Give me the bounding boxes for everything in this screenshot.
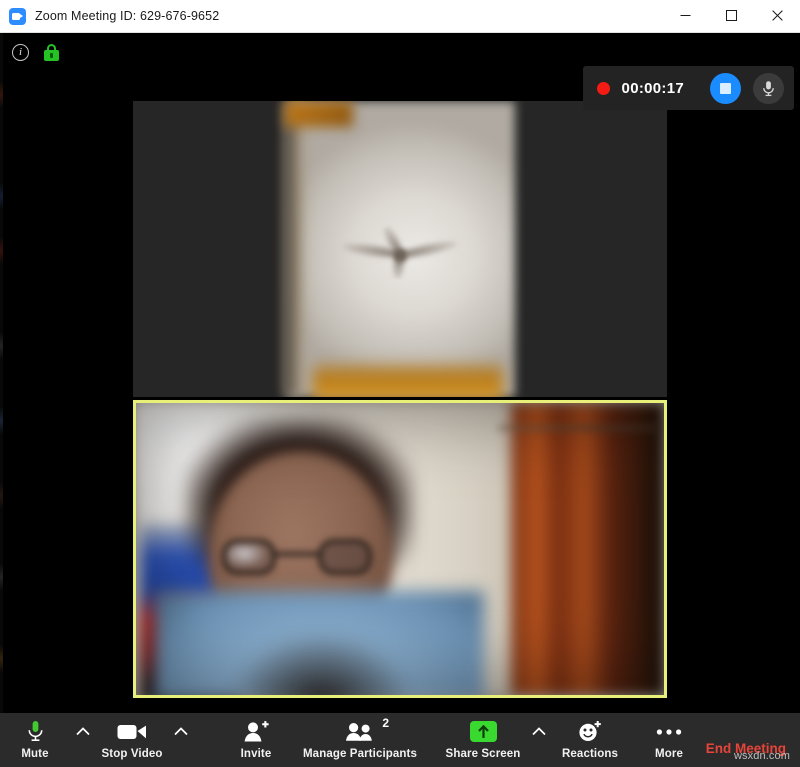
video-tile-bottom-active-speaker[interactable] bbox=[133, 400, 667, 698]
meeting-status-icons: i bbox=[12, 44, 59, 61]
close-button[interactable] bbox=[754, 0, 800, 32]
maximize-button[interactable] bbox=[708, 0, 754, 32]
info-icon[interactable]: i bbox=[12, 44, 29, 61]
window-controls bbox=[662, 0, 800, 33]
recording-bar: 00:00:17 bbox=[582, 66, 794, 110]
padlock-body bbox=[44, 50, 59, 61]
ellipsis-icon bbox=[656, 728, 682, 735]
video-icon-wrap bbox=[117, 719, 147, 744]
green-padlock-icon[interactable] bbox=[44, 44, 59, 61]
video-tile-top-fan bbox=[285, 101, 515, 397]
capture-edge-artifact bbox=[0, 33, 3, 713]
more-label: More bbox=[655, 748, 683, 760]
invite-icon-wrap bbox=[244, 719, 269, 744]
site-watermark: wsxdn.com bbox=[733, 750, 790, 762]
video-vignette bbox=[136, 403, 664, 695]
video-stage: i 00:00:17 bbox=[0, 33, 800, 713]
zoom-logo-icon bbox=[9, 7, 26, 25]
title-bar-left: Zoom Meeting ID: 629-676-9652 bbox=[0, 7, 662, 25]
invite-button[interactable]: Invite bbox=[218, 713, 294, 767]
microphone-icon bbox=[28, 721, 42, 742]
more-icon-wrap bbox=[656, 719, 682, 744]
manage-participants-button[interactable]: 2 Manage Participants bbox=[294, 713, 426, 767]
share-options-caret[interactable] bbox=[526, 713, 552, 767]
stop-recording-icon bbox=[720, 82, 731, 94]
participants-count-badge: 2 bbox=[382, 716, 389, 730]
video-options-caret[interactable] bbox=[168, 713, 194, 767]
share-screen-label: Share Screen bbox=[445, 748, 521, 760]
reactions-icon-wrap bbox=[578, 719, 602, 744]
chevron-up-icon bbox=[174, 727, 188, 736]
record-dot-icon bbox=[596, 81, 610, 95]
meeting-toolbar: Mute Stop Video Invite 2 Manage Particip… bbox=[0, 713, 800, 767]
window-title: Zoom Meeting ID: 629-676-9652 bbox=[35, 9, 220, 23]
share-icon-wrap bbox=[469, 719, 497, 744]
video-tile-top[interactable] bbox=[133, 101, 667, 397]
share-arrow-icon bbox=[469, 721, 497, 742]
recording-elapsed-time: 00:00:17 bbox=[621, 79, 684, 97]
camera-icon bbox=[117, 724, 146, 739]
chevron-up-icon bbox=[76, 727, 90, 736]
stop-recording-button[interactable] bbox=[710, 72, 741, 104]
stop-video-button[interactable]: Stop Video bbox=[96, 713, 168, 767]
people-icon bbox=[346, 722, 372, 741]
mute-options-caret[interactable] bbox=[70, 713, 96, 767]
zoom-meeting-window: Zoom Meeting ID: 629-676-9652 i 00:00:17… bbox=[0, 0, 800, 767]
minimize-button[interactable] bbox=[662, 0, 708, 32]
chevron-up-icon bbox=[532, 727, 546, 736]
reactions-button[interactable]: Reactions bbox=[552, 713, 628, 767]
mute-label: Mute bbox=[21, 748, 49, 760]
manage-participants-label: Manage Participants bbox=[302, 748, 418, 760]
add-person-icon bbox=[244, 720, 269, 741]
reactions-label: Reactions bbox=[562, 748, 618, 760]
recording-microphone-button[interactable] bbox=[753, 72, 784, 104]
fan-hub bbox=[394, 248, 407, 262]
share-screen-button[interactable]: Share Screen bbox=[440, 713, 526, 767]
mute-button[interactable]: Mute bbox=[0, 713, 70, 767]
microphone-icon bbox=[763, 80, 774, 96]
smiley-plus-icon bbox=[579, 720, 601, 741]
title-bar: Zoom Meeting ID: 629-676-9652 bbox=[0, 0, 800, 33]
invite-label: Invite bbox=[240, 748, 272, 760]
more-button[interactable]: More bbox=[638, 713, 700, 767]
mute-icon-wrap bbox=[27, 719, 44, 744]
participants-icon-wrap: 2 bbox=[345, 716, 389, 744]
stop-video-label: Stop Video bbox=[101, 748, 163, 760]
